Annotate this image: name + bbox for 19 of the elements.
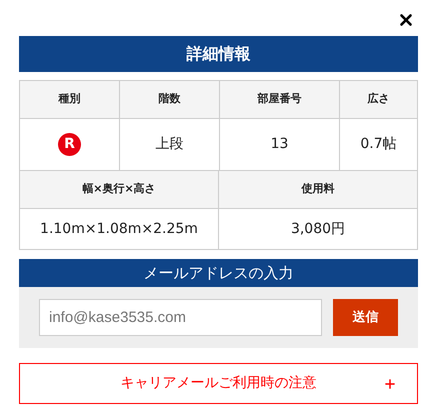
column-header: 使用料 xyxy=(219,171,418,209)
send-button[interactable]: 送信 xyxy=(333,299,398,336)
column-header: 種別 xyxy=(20,81,120,119)
plus-icon xyxy=(383,376,397,390)
table-cell-text: 3,080円 xyxy=(290,220,346,238)
table-cell-text: 0.7帖 xyxy=(360,135,397,154)
email-field[interactable]: info@kase3535.com xyxy=(39,299,322,336)
notice-accordion[interactable]: キャリアメールご利用時の注意 xyxy=(19,363,418,404)
type-badge: R xyxy=(58,133,81,156)
column-header: 階数 xyxy=(120,81,220,119)
section-title: 詳細情報 xyxy=(19,36,418,72)
section-title: メールアドレスの入力 xyxy=(19,259,418,287)
table-cell-text: 上段 xyxy=(156,135,184,154)
table-cell-text: 13 xyxy=(270,135,288,154)
table-cell-text: 1.10m×1.08m×2.25m xyxy=(40,220,198,238)
column-header: 幅×奥行×高さ xyxy=(20,171,219,209)
column-header: 部屋番号 xyxy=(220,81,340,119)
close-icon[interactable] xyxy=(397,11,415,29)
column-header: 広さ xyxy=(340,81,418,119)
